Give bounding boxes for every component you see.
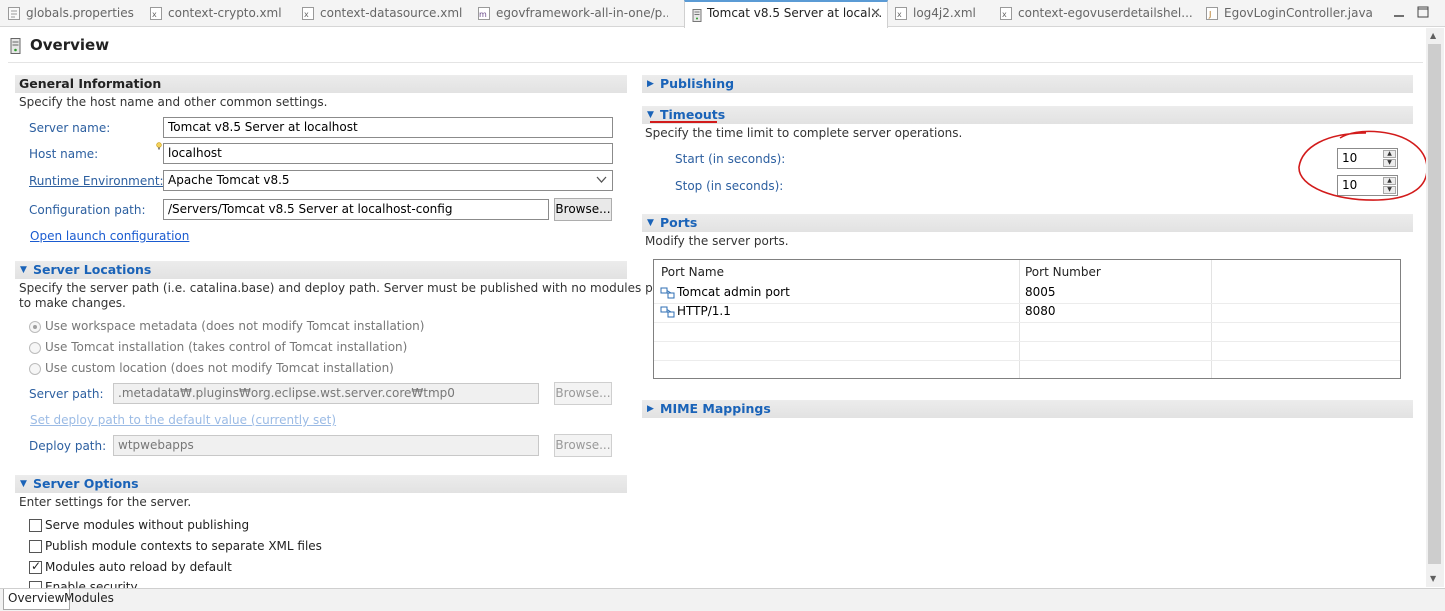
stop-timeout-label: Stop (in seconds):: [675, 179, 784, 193]
minimize-icon[interactable]: [1391, 4, 1407, 20]
bulb-icon: [156, 142, 162, 150]
svg-text:m: m: [479, 10, 487, 19]
ports-header[interactable]: ▼ Ports: [642, 214, 1413, 232]
editor-page-tabs: Overview Modules: [0, 588, 1445, 611]
tab-egovlogincontroller[interactable]: J EgovLoginController.java: [1206, 0, 1386, 27]
runtime-environment-link[interactable]: Runtime Environment:: [29, 174, 164, 188]
close-icon[interactable]: ✕: [870, 2, 881, 27]
xml-file-icon: x: [302, 7, 314, 20]
tab-tomcat-server[interactable]: Tomcat v8.5 Server at local... ✕: [684, 0, 888, 28]
server-options-description: Enter settings for the server.: [19, 495, 192, 509]
expanded-triangle-icon: ▼: [20, 479, 27, 489]
annotation-underline: [650, 121, 717, 123]
expanded-triangle-icon: ▼: [20, 265, 27, 275]
tab-egovframework-pom[interactable]: m egovframework-all-in-one/p...: [478, 0, 668, 27]
svg-text:J: J: [1208, 10, 1211, 19]
ports-description: Modify the server ports.: [645, 234, 789, 248]
configuration-path-label: Configuration path:: [29, 203, 146, 217]
server-name-label: Server name:: [29, 121, 111, 135]
deploy-path-browse-button[interactable]: Browse...: [554, 434, 612, 457]
server-locations-description-line1: Specify the server path (i.e. catalina.b…: [19, 281, 691, 295]
configuration-path-field[interactable]: /Servers/Tomcat v8.5 Server at localhost…: [163, 199, 549, 220]
xml-file-icon: x: [895, 7, 907, 20]
general-description: Specify the host name and other common s…: [19, 95, 328, 109]
tab-context-crypto[interactable]: x context-crypto.xml: [150, 0, 295, 27]
deploy-path-label: Deploy path:: [29, 439, 107, 453]
deploy-path-field[interactable]: wtpwebapps: [113, 435, 539, 456]
table-row[interactable]: Tomcat admin port 8005: [654, 284, 1400, 303]
java-file-icon: J: [1206, 7, 1218, 20]
runtime-environment-select[interactable]: Apache Tomcat v8.5: [163, 170, 613, 191]
ports-table-header: Port Name Port Number: [654, 260, 1400, 284]
server-name-field[interactable]: Tomcat v8.5 Server at localhost: [163, 117, 613, 138]
general-information-header: General Information: [15, 75, 627, 93]
properties-file-icon: [8, 7, 20, 20]
maximize-icon[interactable]: [1415, 4, 1431, 20]
collapsed-triangle-icon: ▶: [647, 79, 654, 89]
start-timeout-label: Start (in seconds):: [675, 152, 786, 166]
maven-pom-icon: m: [478, 7, 490, 20]
server-icon: [10, 38, 21, 54]
svg-text:x: x: [897, 10, 902, 19]
tab-context-datasource[interactable]: x context-datasource.xml: [302, 0, 472, 27]
enable-security-clip: Enable security: [29, 578, 329, 588]
host-name-label: Host name:: [29, 147, 99, 161]
server-options-header[interactable]: ▼ Server Options: [15, 475, 627, 493]
server-path-label: Server path:: [29, 387, 104, 401]
open-launch-configuration-link[interactable]: Open launch configuration: [30, 229, 189, 243]
server-locations-header[interactable]: ▼ Server Locations: [15, 261, 627, 279]
table-row[interactable]: HTTP/1.1 8080: [654, 303, 1400, 322]
svg-text:x: x: [304, 10, 309, 19]
expanded-triangle-icon: ▼: [647, 218, 654, 228]
annotation-circle: [1298, 130, 1428, 201]
svg-text:x: x: [152, 10, 157, 19]
port-icon: [660, 306, 675, 318]
server-path-browse-button[interactable]: Browse...: [554, 382, 612, 405]
scrollbar-thumb[interactable]: [1428, 44, 1441, 564]
xml-file-icon: x: [150, 7, 162, 20]
server-icon: [692, 9, 702, 22]
timeouts-header[interactable]: ▼ Timeouts: [642, 106, 1413, 124]
server-path-field[interactable]: .metadata₩.plugins₩org.eclipse.wst.serve…: [113, 383, 539, 404]
column-port-name[interactable]: Port Name: [661, 265, 724, 279]
checkmark-icon: ✓: [31, 559, 42, 573]
tab-log4j2[interactable]: x log4j2.xml: [895, 0, 995, 27]
page-title: Overview: [30, 36, 110, 54]
title-separator: [8, 62, 1423, 63]
vertical-scrollbar[interactable]: ▲ ▼: [1426, 28, 1444, 587]
ports-table: Port Name Port Number Tomcat admin port …: [653, 259, 1401, 379]
chevron-down-icon: [596, 176, 607, 183]
editor-tab-bar: globals.properties x context-crypto.xml …: [0, 0, 1445, 28]
collapsed-triangle-icon: ▶: [647, 404, 654, 414]
set-deploy-path-link[interactable]: Set deploy path to the default value (cu…: [30, 413, 336, 427]
mime-mappings-header[interactable]: ▶ MIME Mappings: [642, 400, 1413, 418]
tab-context-egovuserdetails[interactable]: x context-egovuserdetailshel...: [1000, 0, 1200, 27]
tab-globals-properties[interactable]: globals.properties: [8, 0, 143, 27]
tab-modules[interactable]: Modules: [60, 589, 118, 610]
config-browse-button[interactable]: Browse...: [554, 198, 612, 221]
scroll-down-icon[interactable]: ▼: [1430, 574, 1436, 583]
timeouts-description: Specify the time limit to complete serve…: [645, 126, 963, 140]
column-port-number[interactable]: Port Number: [1025, 265, 1101, 279]
host-name-field[interactable]: localhost: [163, 143, 613, 164]
scroll-up-icon[interactable]: ▲: [1430, 31, 1436, 40]
svg-text:x: x: [1002, 10, 1007, 19]
xml-file-icon: x: [1000, 7, 1012, 20]
publishing-header[interactable]: ▶ Publishing: [642, 75, 1413, 93]
server-locations-description-line2: to make changes.: [19, 296, 126, 310]
port-icon: [660, 287, 675, 299]
